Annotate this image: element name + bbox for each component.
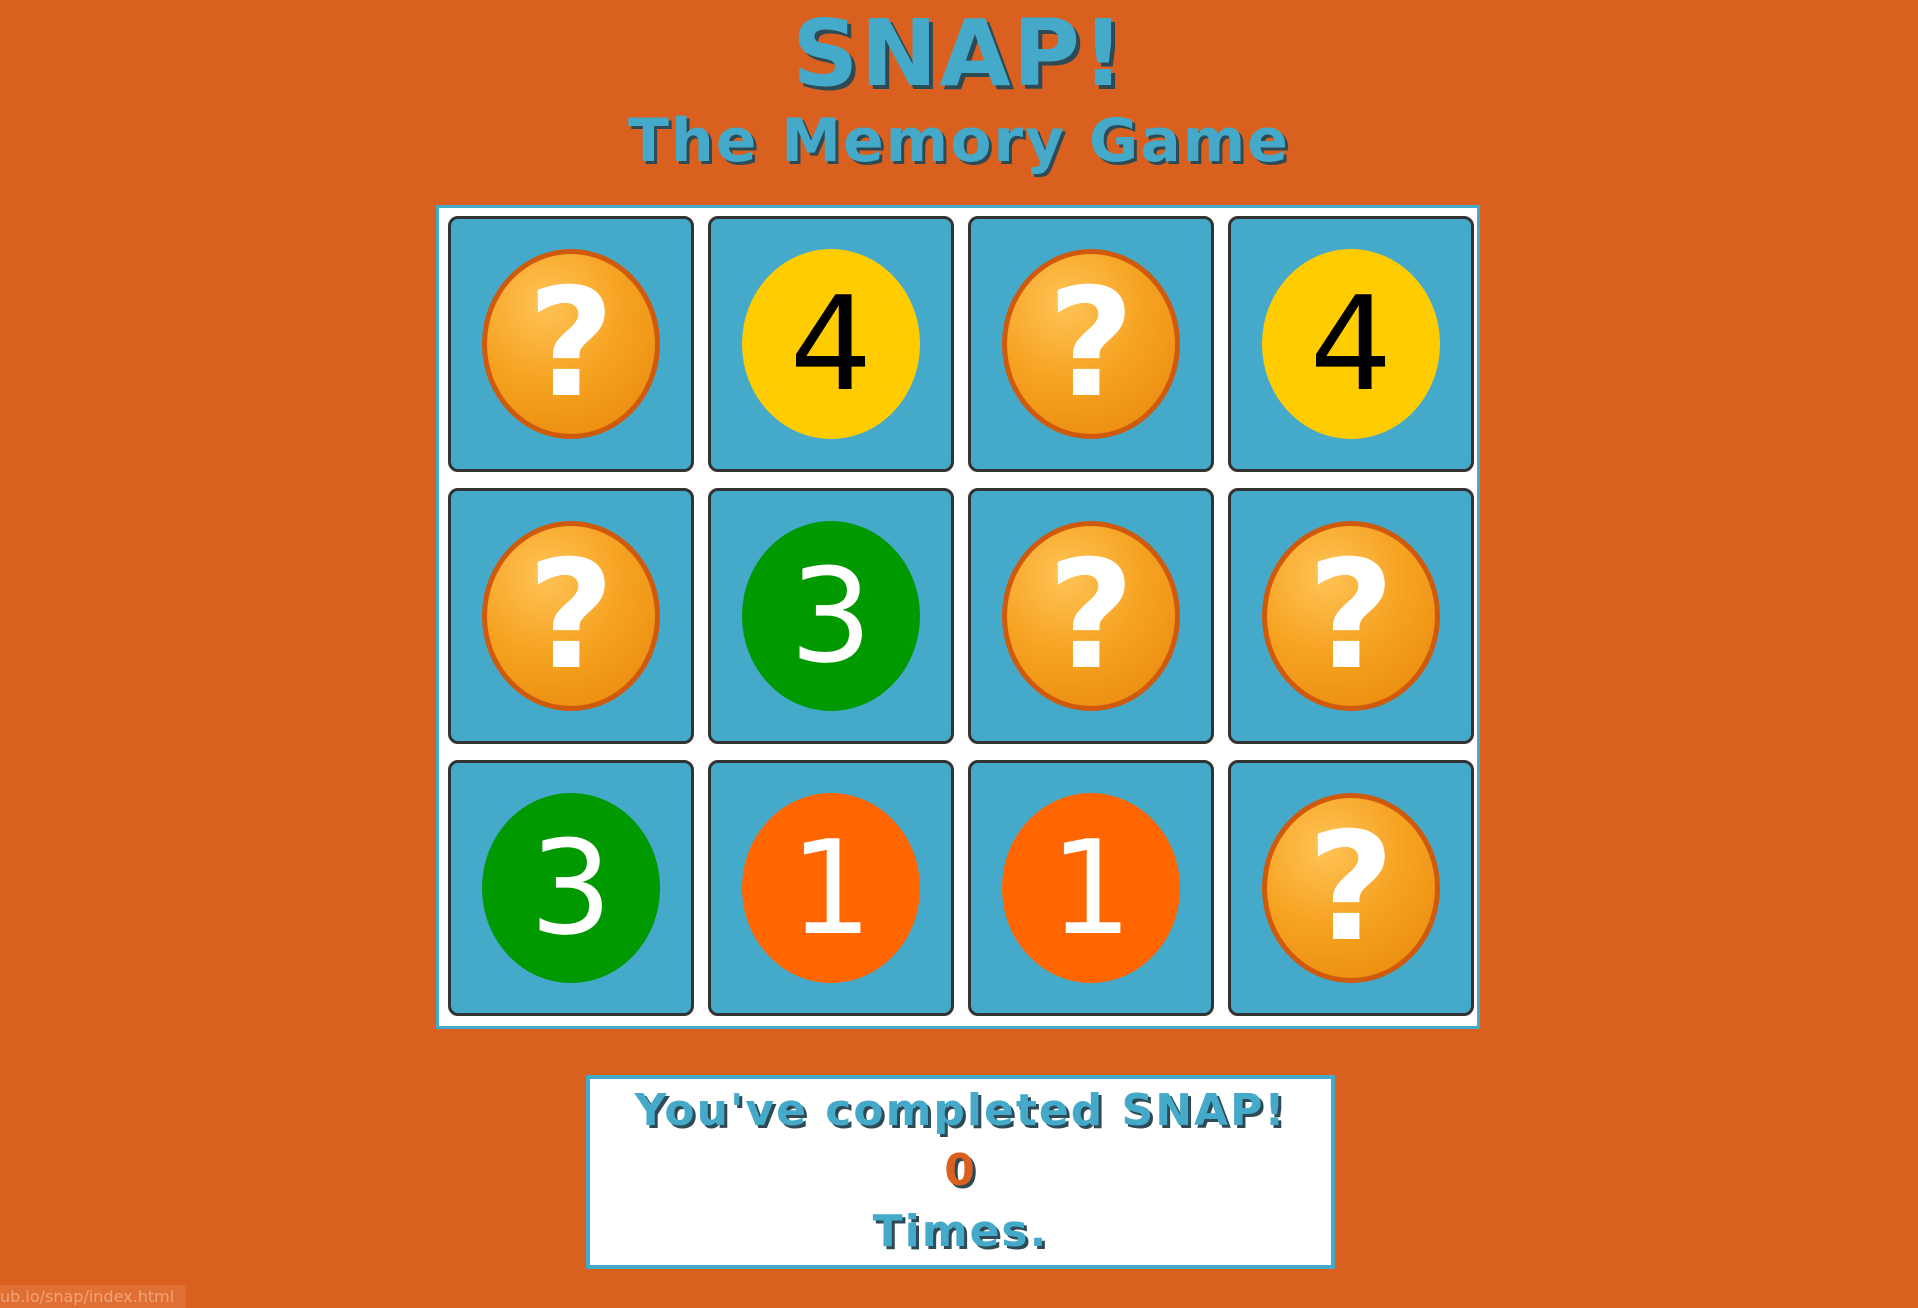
card-number: 1	[1049, 812, 1133, 964]
card-face-disc: 1	[1002, 793, 1180, 983]
card-number: 1	[789, 812, 873, 964]
card-back-disc: ?	[482, 249, 660, 439]
card-r2-c4[interactable]: ?	[1228, 488, 1474, 744]
card-back-disc: ?	[482, 521, 660, 711]
game-board: ? 4? 4? 3?? 3 1 1?	[436, 205, 1480, 1029]
status-bar-url: ub.io/snap/index.html	[0, 1285, 186, 1308]
card-number: 3	[789, 540, 873, 692]
card-r3-c4[interactable]: ?	[1228, 760, 1474, 1016]
card-face-disc: 4	[1262, 249, 1440, 439]
card-r1-c2[interactable]: 4	[708, 216, 954, 472]
question-mark-icon: ?	[1047, 257, 1135, 431]
card-r1-c1[interactable]: ?	[448, 216, 694, 472]
card-face-disc: 4	[742, 249, 920, 439]
card-face-disc: 3	[482, 793, 660, 983]
card-number: 4	[789, 268, 873, 420]
card-r2-c2[interactable]: 3	[708, 488, 954, 744]
completion-count: 0	[944, 1145, 977, 1196]
card-r2-c3[interactable]: ?	[968, 488, 1214, 744]
card-back-disc: ?	[1002, 249, 1180, 439]
card-back-disc: ?	[1262, 793, 1440, 983]
card-number: 4	[1309, 268, 1393, 420]
question-mark-icon: ?	[527, 257, 615, 431]
question-mark-icon: ?	[1047, 529, 1135, 703]
card-back-disc: ?	[1262, 521, 1440, 711]
card-r1-c4[interactable]: 4	[1228, 216, 1474, 472]
question-mark-icon: ?	[1307, 801, 1395, 975]
card-r3-c2[interactable]: 1	[708, 760, 954, 1016]
card-face-disc: 1	[742, 793, 920, 983]
result-panel: You've completed SNAP! 0 Times.	[586, 1075, 1335, 1269]
card-r3-c1[interactable]: 3	[448, 760, 694, 1016]
question-mark-icon: ?	[527, 529, 615, 703]
game-subtitle: The Memory Game	[628, 106, 1290, 176]
game-title: SNAP!	[792, 0, 1126, 107]
card-number: 3	[529, 812, 613, 964]
card-face-disc: 3	[742, 521, 920, 711]
card-back-disc: ?	[1002, 521, 1180, 711]
card-r2-c1[interactable]: ?	[448, 488, 694, 744]
completion-message: You've completed SNAP!	[634, 1085, 1287, 1136]
completion-unit: Times.	[872, 1206, 1049, 1257]
page: SNAP! The Memory Game ? 4? 4? 3?? 3 1 1? You'v…	[0, 0, 1918, 1308]
card-r3-c3[interactable]: 1	[968, 760, 1214, 1016]
card-r1-c3[interactable]: ?	[968, 216, 1214, 472]
question-mark-icon: ?	[1307, 529, 1395, 703]
